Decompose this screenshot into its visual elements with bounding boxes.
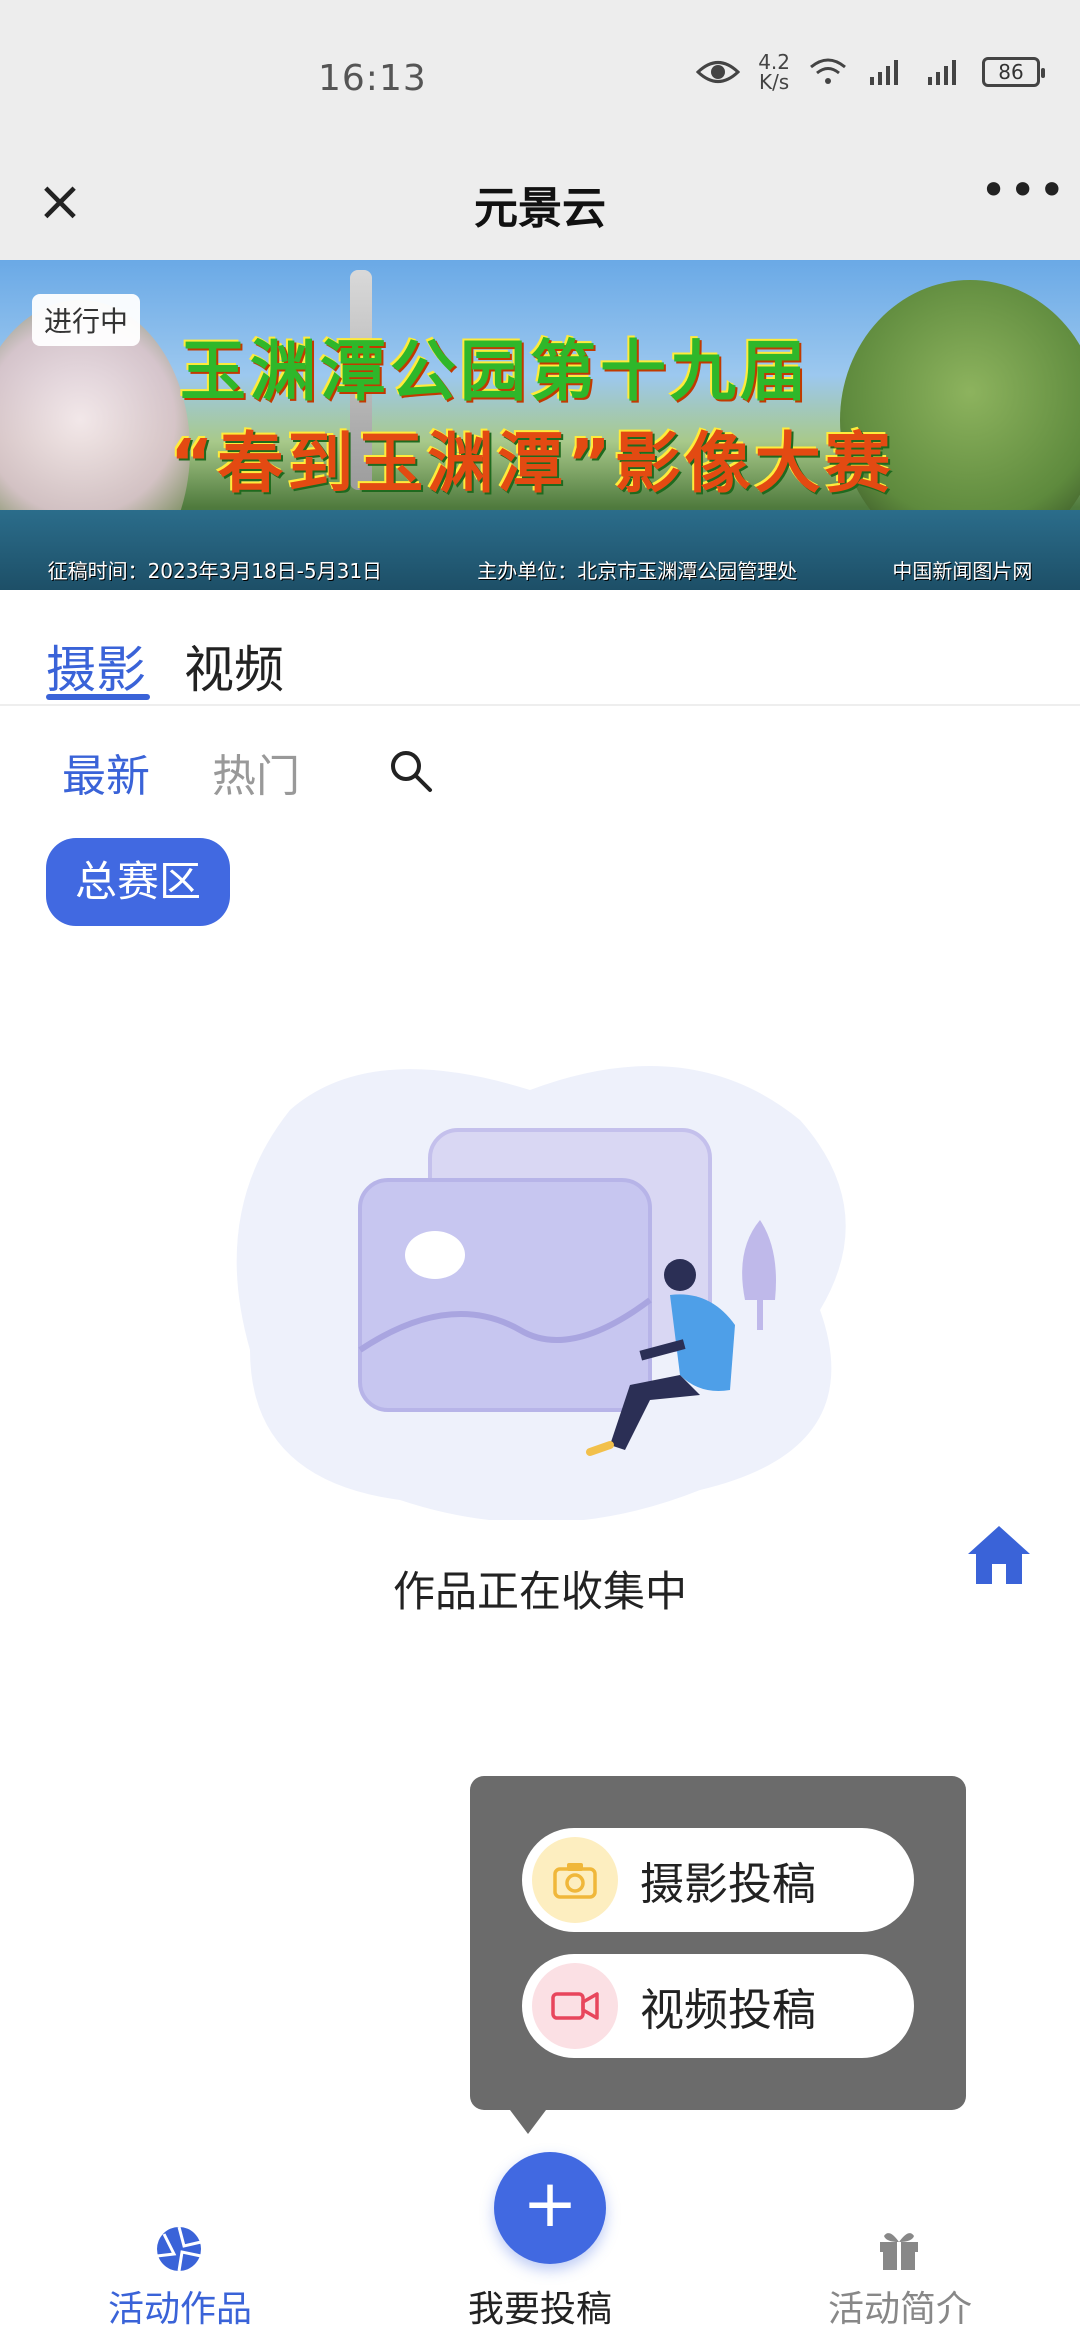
aperture-icon — [156, 2226, 202, 2272]
nav-intro[interactable]: 活动简介 — [780, 2280, 1020, 2332]
status-bar: 16:13 4.2 K/s 86 — [0, 0, 1080, 150]
sort-row: 最新 热门 — [0, 740, 1080, 810]
camera-icon — [532, 1837, 618, 1923]
nav-submit[interactable]: 我要投稿 — [420, 2280, 660, 2332]
wifi-icon — [810, 58, 846, 84]
tab-underline — [46, 694, 150, 700]
empty-state-text: 作品正在收集中 — [392, 1567, 687, 1616]
status-badge: 进行中 — [32, 294, 141, 346]
sort-latest[interactable]: 最新 — [62, 740, 150, 804]
video-submit-label: 视频投稿 — [640, 1985, 816, 2036]
app-screen: 16:13 4.2 K/s 86 × 元景云 ••• 进行中 玉渊潭公园第十九届… — [0, 0, 1080, 2340]
organizer: 主办单位：北京市玉渊潭公园管理处 — [477, 559, 798, 583]
tab-video[interactable]: 视频 — [184, 630, 284, 702]
empty-illustration — [236, 1066, 846, 1520]
eye-icon — [696, 61, 741, 83]
category-tabs: 摄影 视频 — [0, 590, 1080, 706]
nav-works[interactable]: 活动作品 — [60, 2280, 300, 2332]
signal-4g-icon — [870, 60, 898, 85]
banner-title-line2: “春到玉渊潭”影像大赛 — [170, 425, 895, 502]
banner-title-line1: 玉渊潭公园第十九届 — [180, 333, 810, 410]
photo-submit-label: 摄影投稿 — [640, 1859, 816, 1910]
banner-footer: 征稿时间：2023年3月18日-5月31日 主办单位：北京市玉渊潭公园管理处 中… — [0, 555, 1080, 584]
status-time: 16:13 — [318, 58, 427, 99]
submit-popover: 摄影投稿 视频投稿 — [470, 1776, 966, 2134]
sort-hot[interactable]: 热门 — [212, 740, 300, 804]
title-bar: × 元景云 ••• — [0, 150, 1080, 260]
signal-5g-icon — [928, 60, 956, 85]
tab-photo[interactable]: 摄影 — [46, 630, 146, 702]
zone-chip[interactable]: 总赛区 — [46, 838, 230, 926]
add-submission-button[interactable]: + — [494, 2152, 606, 2264]
video-submit-button[interactable]: 视频投稿 — [522, 1954, 914, 2058]
partner: 中国新闻图片网 — [892, 559, 1033, 583]
page-title: 元景云 — [474, 183, 606, 234]
search-icon[interactable] — [386, 746, 436, 796]
photo-submit-button[interactable]: 摄影投稿 — [522, 1828, 914, 1932]
video-camera-icon — [532, 1963, 618, 2049]
battery-icon: 86 — [982, 57, 1045, 87]
home-icon[interactable] — [964, 1520, 1034, 1590]
submission-period: 征稿时间：2023年3月18日-5月31日 — [47, 559, 383, 583]
net-speed: 4.2 K/s — [758, 50, 790, 94]
gift-icon — [880, 2233, 918, 2270]
more-icon[interactable]: ••• — [980, 167, 1065, 230]
event-banner[interactable]: 进行中 玉渊潭公园第十九届 “春到玉渊潭”影像大赛 征稿时间：2023年3月18… — [0, 260, 1080, 590]
status-icons: 4.2 K/s 86 — [696, 50, 1045, 94]
